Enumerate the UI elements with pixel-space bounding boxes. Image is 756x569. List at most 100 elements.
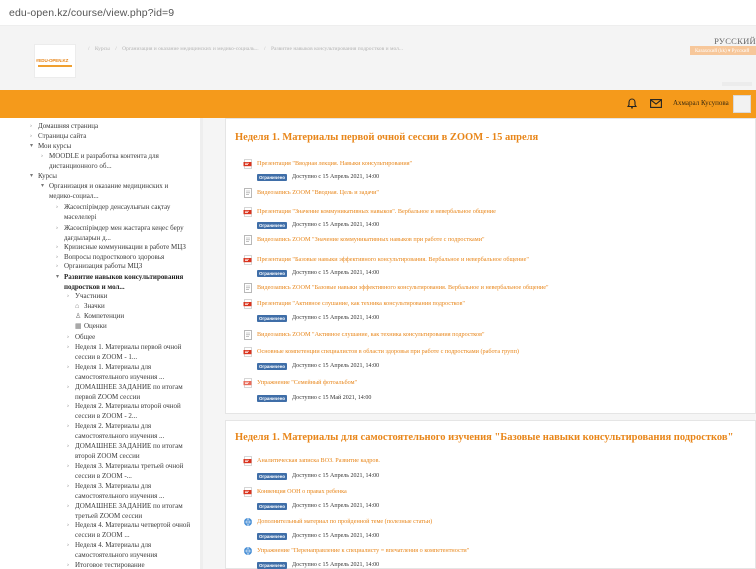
- sidebar-item[interactable]: дистанционного об...: [49, 162, 112, 170]
- page-icon[interactable]: [243, 235, 253, 245]
- chevron-down-icon[interactable]: ▾: [56, 273, 59, 281]
- chevron-right-icon[interactable]: ›: [30, 132, 32, 140]
- sidebar-item[interactable]: подростков и мол...: [64, 283, 125, 291]
- chevron-right-icon[interactable]: ›: [67, 482, 69, 490]
- sidebar-item[interactable]: › Общее: [67, 333, 95, 341]
- sidebar-item[interactable]: третьей ZOOM сессии: [75, 512, 142, 520]
- activity-link[interactable]: Презентация "Вводная лекция. Навыки конс…: [257, 160, 412, 167]
- activity-link[interactable]: Видеозапись ZOOM "Базовые навыки эффекти…: [257, 284, 549, 291]
- chevron-right-icon[interactable]: ›: [67, 521, 69, 529]
- activity-link[interactable]: Конвенция ООН о правах ребенка: [257, 488, 347, 495]
- activity-link[interactable]: Видеозапись ZOOM "Вводная. Цель и задачи…: [257, 189, 379, 196]
- avatar[interactable]: [733, 95, 751, 113]
- sidebar-item[interactable]: › ДОМАШНЕЕ ЗАДАНИЕ по итогам: [67, 383, 183, 391]
- pdf-icon[interactable]: [243, 456, 253, 466]
- sidebar-item[interactable]: › Неделя 4. Материалы для: [67, 541, 151, 549]
- sidebar-item[interactable]: самостоятельного изучения: [75, 551, 157, 559]
- activity-link[interactable]: Дополнительный материал по пройденной те…: [257, 518, 432, 525]
- page-icon[interactable]: [243, 188, 253, 198]
- section-title[interactable]: Неделя 1. Материалы для самостоятельного…: [235, 432, 733, 443]
- sidebar-item[interactable]: › Неделя 3. Материалы третьей очной: [67, 462, 183, 470]
- sidebar-item[interactable]: второй ZOOM сессии: [75, 452, 140, 460]
- chevron-right-icon[interactable]: ›: [67, 462, 69, 470]
- sidebar-item[interactable]: › MOODLE и разработка контента для: [41, 152, 159, 160]
- activity-link[interactable]: Презентация "Базовые навыки эффективного…: [257, 256, 529, 263]
- chevron-down-icon[interactable]: ▾: [30, 142, 33, 150]
- sidebar-item[interactable]: первой ZOOM сессии: [75, 393, 140, 401]
- chevron-right-icon[interactable]: ›: [67, 363, 69, 371]
- user-name[interactable]: Ахмарал Кусупова: [673, 99, 729, 107]
- sidebar-item[interactable]: сессии в ZOOM -...: [75, 472, 132, 480]
- url-icon[interactable]: [243, 546, 253, 556]
- sidebar-item[interactable]: мәселелері: [64, 213, 96, 221]
- sidebar-item[interactable]: › Неделя 2. Материалы для: [67, 422, 151, 430]
- chevron-right-icon[interactable]: ›: [56, 253, 58, 261]
- bell-icon[interactable]: [627, 98, 637, 109]
- url-icon[interactable]: [243, 517, 253, 527]
- breadcrumb-courses[interactable]: Курсы: [95, 46, 110, 52]
- chevron-right-icon[interactable]: ›: [67, 502, 69, 510]
- chevron-right-icon[interactable]: ›: [56, 262, 58, 270]
- chevron-down-icon[interactable]: ▾: [30, 172, 33, 180]
- chevron-right-icon[interactable]: ›: [56, 243, 58, 251]
- chevron-right-icon[interactable]: ›: [67, 333, 69, 341]
- sidebar-item[interactable]: самостоятельного изучения ...: [75, 432, 164, 440]
- page-icon[interactable]: [243, 330, 253, 340]
- sidebar-item[interactable]: › Организация работы МЦЗ: [56, 262, 142, 270]
- sidebar-item[interactable]: › Неделя 2. Материалы второй очной: [67, 402, 181, 410]
- sidebar-item[interactable]: › Страницы сайта: [30, 132, 86, 140]
- sidebar-item[interactable]: ⌂ Значки: [75, 302, 105, 310]
- activity-link[interactable]: Аналитическая записка ВОЗ. Развитие кадр…: [257, 457, 380, 464]
- pdf-icon[interactable]: [243, 207, 253, 217]
- sidebar-item[interactable]: › Участники: [67, 292, 107, 300]
- sidebar-item[interactable]: › ДОМАШНЕЕ ЗАДАНИЕ по итогам: [67, 502, 183, 510]
- sidebar-item[interactable]: самостоятельного изучения ...: [75, 373, 164, 381]
- pdf-icon[interactable]: [243, 347, 253, 357]
- activity-link[interactable]: Презентация "Значение коммуникативных на…: [257, 208, 496, 215]
- sidebar-item[interactable]: › Домашняя страница: [30, 122, 98, 130]
- chevron-right-icon[interactable]: ›: [67, 561, 69, 569]
- chevron-right-icon[interactable]: ›: [67, 292, 69, 300]
- sidebar-item[interactable]: ▾ Мои курсы: [30, 142, 71, 150]
- chevron-right-icon[interactable]: ›: [41, 152, 43, 160]
- site-logo[interactable]: #EDU-OPEN.KZ: [34, 44, 76, 78]
- sidebar-item[interactable]: сессии в ZOOM ...: [75, 531, 130, 539]
- chevron-right-icon[interactable]: ›: [67, 442, 69, 450]
- sidebar-item[interactable]: ▾ Развитие навыков консультирования: [56, 273, 183, 281]
- chevron-right-icon[interactable]: ›: [67, 541, 69, 549]
- breadcrumb-course[interactable]: Развитие навыков консультирования подрос…: [271, 46, 403, 52]
- activity-link[interactable]: Основные компетенции специалистов в обла…: [257, 348, 519, 355]
- browser-url-bar[interactable]: edu-open.kz/course/view.php?id=9: [0, 0, 756, 26]
- chevron-right-icon[interactable]: ›: [56, 203, 58, 211]
- sidebar-item[interactable]: › Кризисные коммуникации в работе МЦЗ: [56, 243, 186, 251]
- sidebar-item[interactable]: ▾ Курсы: [30, 172, 57, 180]
- chevron-right-icon[interactable]: ›: [67, 343, 69, 351]
- chevron-right-icon[interactable]: ›: [56, 224, 58, 232]
- activity-link[interactable]: Презентация "Активное слушание, как техн…: [257, 300, 465, 307]
- activity-link[interactable]: Видеозапись ZOOM "Активное слушание, как…: [257, 331, 485, 338]
- sidebar-item[interactable]: ♙ Компетенции: [75, 312, 124, 320]
- sidebar-item[interactable]: самостоятельного изучения ...: [75, 492, 164, 500]
- chevron-down-icon[interactable]: ▾: [41, 182, 44, 190]
- sidebar-item[interactable]: › Вопросы подросткового здоровья: [56, 253, 164, 261]
- chevron-right-icon[interactable]: ›: [30, 122, 32, 130]
- sidebar-item[interactable]: › Жасөспірімдер денсаулығын сақтау: [56, 203, 170, 211]
- activity-link[interactable]: Видеозапись ZOOM "Значение коммуникативн…: [257, 236, 485, 243]
- sidebar-item[interactable]: › Неделя 3. Материалы для: [67, 482, 151, 490]
- breadcrumb-category[interactable]: Организация и оказание медицинских и мед…: [122, 46, 259, 52]
- pdf-icon[interactable]: [243, 255, 253, 265]
- section-title[interactable]: Неделя 1. Материалы первой очной сессии …: [235, 132, 538, 143]
- mail-icon[interactable]: [650, 99, 662, 108]
- pdf-icon[interactable]: [243, 487, 253, 497]
- language-menu[interactable]: РУССКИЙ: [714, 36, 756, 46]
- sidebar-item[interactable]: › Итоговое тестирование: [67, 561, 145, 569]
- sidebar-item[interactable]: › ДОМАШНЕЕ ЗАДАНИЕ по итогам: [67, 442, 183, 450]
- chevron-right-icon[interactable]: ›: [67, 383, 69, 391]
- sidebar-item[interactable]: › Неделя 1. Материалы первой очной: [67, 343, 181, 351]
- language-selector[interactable]: Казахский (kk) ▾ Русский: [690, 46, 756, 55]
- sidebar-item[interactable]: сессии в ZOOM - 2...: [75, 412, 137, 420]
- assign-icon[interactable]: [243, 378, 253, 388]
- sidebar-item[interactable]: ▦ Оценки: [75, 322, 107, 330]
- chevron-right-icon[interactable]: ›: [67, 402, 69, 410]
- sidebar-item[interactable]: › Неделя 4. Материалы четвертой очной: [67, 521, 190, 529]
